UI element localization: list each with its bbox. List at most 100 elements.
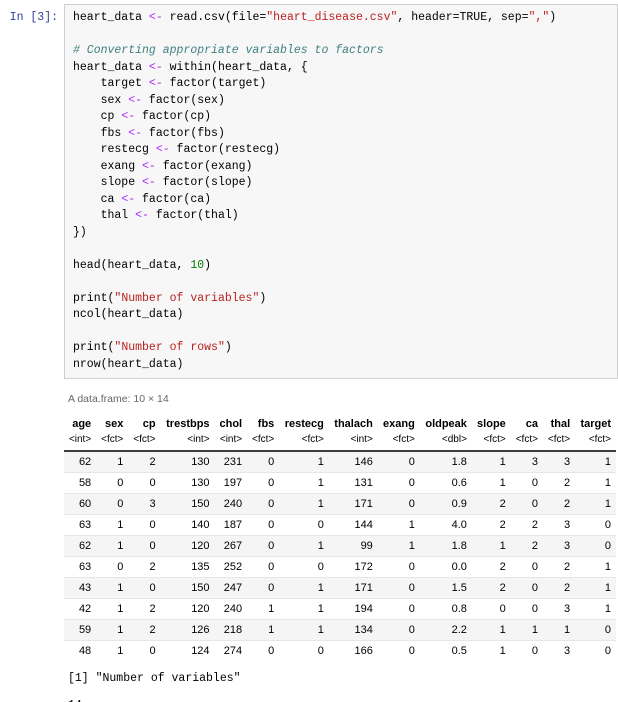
- cell-thal: 3: [542, 451, 576, 473]
- cell-trestbps: 124: [191, 645, 210, 657]
- cell-sex: 1: [96, 535, 129, 557]
- cell-sex: 1: [117, 645, 124, 657]
- cell-age: 63: [64, 514, 97, 536]
- column-type-thal: <fct>: [542, 434, 576, 452]
- cell-exang: 0: [377, 598, 420, 620]
- column-header-age: age: [72, 418, 92, 430]
- cell-ca: 0: [510, 598, 543, 620]
- cell-exang: 0: [408, 645, 415, 657]
- cell-target: 0: [575, 535, 616, 557]
- cell-fbs: 0: [247, 451, 280, 473]
- cell-target: 1: [575, 451, 616, 473]
- code-editor[interactable]: heart_data <- read.csv(file="heart_disea…: [64, 4, 618, 379]
- cell-ca: 0: [510, 472, 543, 494]
- cell-chol: 197: [214, 472, 248, 494]
- cell-age: 62: [64, 535, 97, 557]
- cell-chol: 252: [214, 556, 248, 578]
- cell-cp: 2: [128, 619, 161, 641]
- cell-target: 1: [575, 577, 616, 599]
- dataframe-caption: A data.frame: 10 × 14: [68, 393, 169, 405]
- column-header-chol: chol: [219, 418, 243, 430]
- column-header-exang: exang: [383, 418, 415, 430]
- cell-oldpeak: 0.8: [419, 598, 472, 620]
- cell-thal: 2: [542, 472, 576, 494]
- cell-trestbps: 120: [160, 598, 215, 620]
- cell-slope: 2: [471, 514, 511, 536]
- cell-oldpeak: 1.8: [419, 535, 472, 557]
- column-type-age: <int>: [64, 434, 97, 452]
- table-row: 62 1 2 130 231 0 1 146 0 1.8 1 3 3 1: [64, 451, 616, 473]
- column-header-cp: cp: [142, 418, 156, 430]
- cell-ca: 0: [510, 556, 543, 578]
- cell-oldpeak: 0.5: [451, 645, 467, 657]
- cell-target: 1: [575, 472, 616, 494]
- column-type-trestbps: <int>: [160, 434, 215, 452]
- cell-age: 48: [78, 645, 92, 657]
- column-type-thalach: <int>: [328, 434, 378, 452]
- column-type-sex: <fct>: [96, 434, 129, 452]
- cell-oldpeak: 1.8: [419, 451, 472, 473]
- input-prompt-label: In [3]:: [9, 11, 58, 24]
- cell-oldpeak: 4.0: [419, 514, 472, 536]
- cell-thalach: 166: [354, 645, 373, 657]
- dataframe-table: age sex cp trestbps chol fbs restecg thalach exa…: [64, 415, 616, 661]
- cell-exang: 0: [377, 577, 420, 599]
- dataframe-body: 62 1 2 130 231 0 1 146 0 1.8 1 3 3 1 58 0 0 130 197 0 1 131 0 0…: [64, 451, 616, 661]
- cell-trestbps: 150: [160, 577, 215, 599]
- cell-restecg: 1: [279, 472, 329, 494]
- cell-exang: 0: [377, 619, 420, 641]
- cell-chol: 274: [223, 645, 243, 657]
- cell-slope: 1: [471, 535, 511, 557]
- cell-cp: 0: [128, 577, 161, 599]
- cell-slope: 1: [471, 619, 511, 641]
- cell-cp: 0: [128, 535, 161, 557]
- cell-restecg: 1: [279, 577, 329, 599]
- cell-sex: 1: [96, 577, 129, 599]
- cell-ca: 3: [510, 451, 543, 473]
- output-content: A data.frame: 10 × 14 age sex cp trestbps ch…: [64, 379, 618, 702]
- code-token-op: <-: [148, 77, 163, 90]
- cell-trestbps: 130: [160, 451, 215, 473]
- column-header-trestbps: trestbps: [166, 418, 210, 430]
- cell-chol: 267: [214, 535, 248, 557]
- code-token-str: "Number of rows": [114, 341, 225, 354]
- column-type-chol: <int>: [214, 434, 248, 452]
- source-code[interactable]: heart_data <- read.csv(file="heart_disea…: [73, 10, 613, 373]
- column-header-target: target: [580, 418, 611, 430]
- column-header-oldpeak: oldpeak: [425, 418, 467, 430]
- table-row: 60 0 3 150 240 0 1 171 0 0.9 2 0 2 1: [64, 493, 616, 515]
- cell-age: 63: [64, 556, 97, 578]
- cell-ca: 0: [510, 493, 543, 515]
- stdout-variables-block: [1] "Number of variables": [64, 661, 616, 688]
- cell-ca: 1: [510, 619, 543, 641]
- cell-target: 1: [575, 598, 616, 620]
- cell-thal: 3: [542, 514, 576, 536]
- dataframe-type-row: <int> <fct> <fct> <int> <int> <fct> <fct> <int>…: [64, 434, 616, 452]
- cell-target: 1: [575, 493, 616, 515]
- table-row: 42 1 2 120 240 1 1 194 0 0.8 0 0 3 1: [64, 598, 616, 620]
- result-variables-value: 14: [64, 688, 616, 702]
- cell-thalach: 131: [328, 472, 378, 494]
- cell-thal: 3: [542, 535, 576, 557]
- column-type-cp: <fct>: [128, 434, 161, 452]
- code-token-op: <-: [128, 93, 143, 107]
- cell-fbs: 1: [247, 598, 280, 620]
- cell-trestbps: 126: [160, 619, 215, 641]
- cell-restecg: 1: [279, 493, 329, 515]
- cell-age: 42: [64, 598, 97, 620]
- cell-thalach: 134: [328, 619, 378, 641]
- code-token-str: "Number of variables": [114, 291, 260, 305]
- code-token-com: # Converting appropriate variables to fa…: [73, 44, 384, 57]
- column-header-ca: ca: [525, 418, 538, 430]
- code-token-op: <-: [142, 159, 156, 173]
- cell-exang: 0: [377, 493, 420, 515]
- cell-chol: 240: [214, 598, 248, 620]
- code-token-op: <-: [148, 60, 163, 74]
- cell-trestbps: 130: [160, 472, 215, 494]
- cell-cp: 2: [128, 451, 161, 473]
- column-type-oldpeak: <dbl>: [419, 434, 472, 452]
- cell-restecg: 1: [279, 619, 329, 641]
- column-type-fbs: <fct>: [247, 434, 280, 452]
- cell-thalach: 171: [328, 493, 378, 515]
- cell-ca: 2: [510, 514, 543, 536]
